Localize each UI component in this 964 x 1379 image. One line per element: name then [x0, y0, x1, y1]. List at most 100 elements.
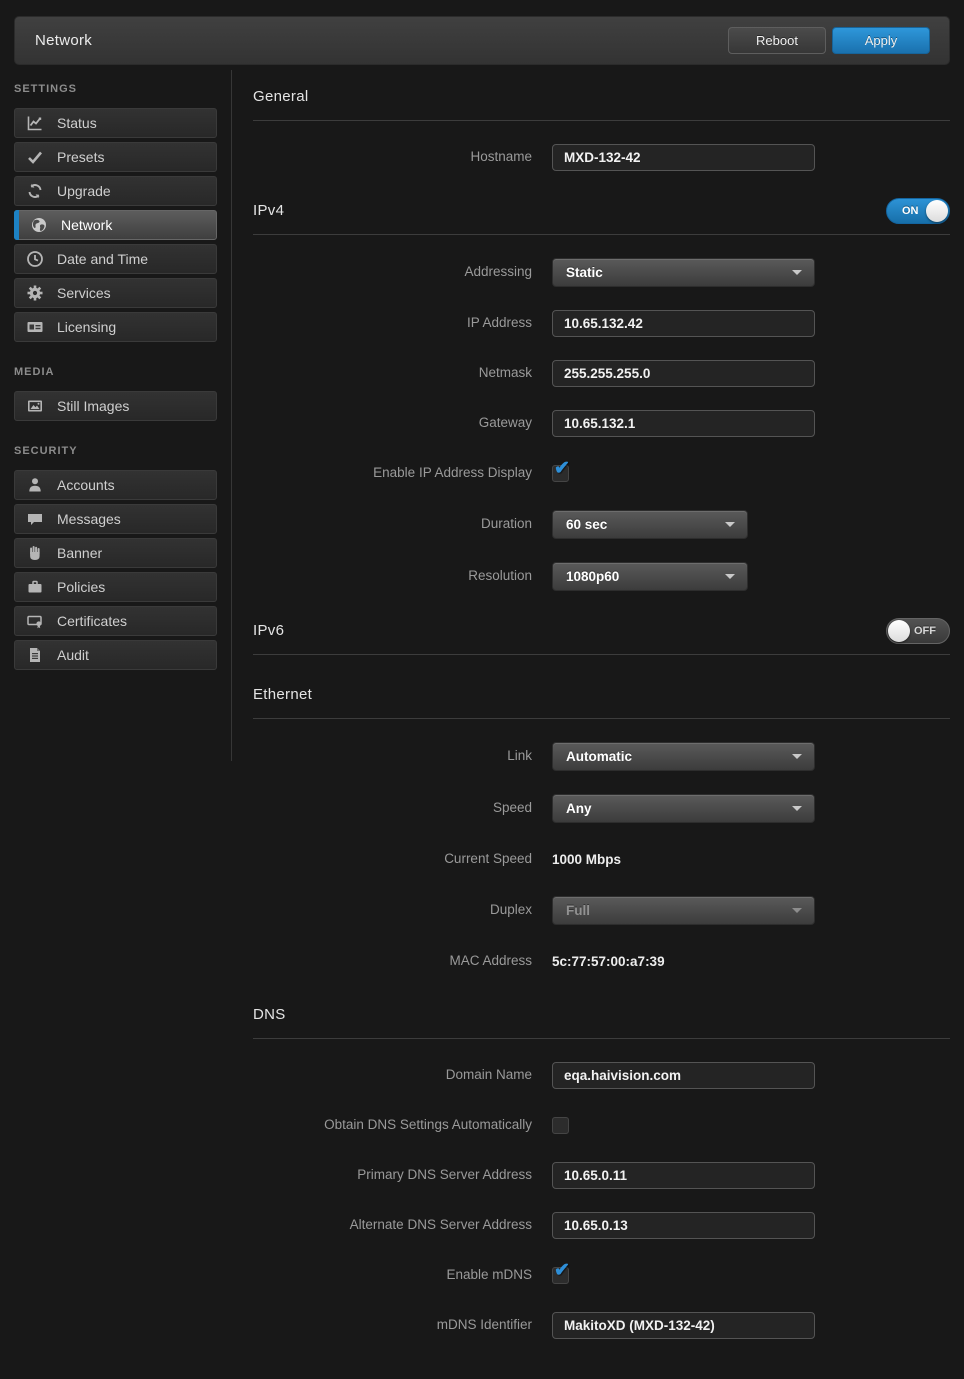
domain-name-row: Domain Name — [253, 1062, 950, 1089]
field-label: Duration — [253, 516, 552, 532]
sidebar-item-label: Still Images — [57, 398, 129, 414]
audit-log-icon — [26, 647, 43, 664]
obtain-dns-checkbox[interactable] — [552, 1117, 569, 1134]
sidebar-item-label: Presets — [57, 149, 104, 165]
field-label: Current Speed — [253, 851, 552, 867]
sidebar-item-label: Banner — [57, 545, 102, 561]
sidebar-item-label: Network — [61, 217, 112, 233]
sidebar-item-label: Accounts — [57, 477, 115, 493]
section-title: General — [253, 88, 308, 105]
gateway-input[interactable] — [552, 410, 815, 437]
sidebar-item-audit[interactable]: Audit — [14, 640, 217, 670]
image-icon — [26, 398, 43, 415]
sidebar-item-status[interactable]: Status — [14, 108, 217, 138]
netmask-input[interactable] — [552, 360, 815, 387]
sidebar-item-label: Policies — [57, 579, 105, 595]
enable-mdns-checkbox[interactable] — [552, 1267, 569, 1284]
enable-ip-display-checkbox[interactable] — [552, 465, 569, 482]
domain-name-input[interactable] — [552, 1062, 815, 1089]
speed-row: Speed Any — [253, 794, 950, 823]
speed-select[interactable]: Any — [552, 794, 815, 823]
user-icon — [26, 477, 43, 494]
section-ethernet: Ethernet Link Automatic Speed Any Curren… — [253, 681, 950, 975]
field-label: Duplex — [253, 902, 552, 918]
gear-icon — [26, 285, 43, 302]
sidebar-group-media: MEDIA Still Images — [14, 366, 217, 421]
sidebar-item-still-images[interactable]: Still Images — [14, 391, 217, 421]
obtain-dns-row: Obtain DNS Settings Automatically — [253, 1112, 950, 1139]
sidebar-item-licensing[interactable]: Licensing — [14, 312, 217, 342]
field-label: Hostname — [253, 149, 552, 165]
sidebar-item-label: Audit — [57, 647, 89, 663]
toggle-knob — [888, 620, 910, 642]
title-bar: Network Reboot Apply — [14, 16, 950, 65]
section-ipv6-header: IPv6 OFF — [253, 617, 950, 655]
mac-address-row: MAC Address 5c:77:57:00:a7:39 — [253, 948, 950, 975]
sidebar-item-upgrade[interactable]: Upgrade — [14, 176, 217, 206]
alternate-dns-row: Alternate DNS Server Address — [253, 1212, 950, 1239]
sidebar-item-label: Messages — [57, 511, 121, 527]
sidebar-item-label: Status — [57, 115, 97, 131]
chevron-down-icon — [792, 806, 802, 811]
section-ipv6: IPv6 OFF — [253, 617, 950, 655]
enable-mdns-row: Enable mDNS — [253, 1262, 950, 1289]
netmask-row: Netmask — [253, 360, 950, 387]
sidebar-item-services[interactable]: Services — [14, 278, 217, 308]
field-label: Link — [253, 748, 552, 764]
sidebar-section-label: SETTINGS — [14, 83, 217, 95]
addressing-select[interactable]: Static — [552, 258, 815, 287]
mac-address-value: 5c:77:57:00:a7:39 — [552, 954, 665, 969]
section-dns: DNS Domain Name Obtain DNS Settings Auto… — [253, 1001, 950, 1339]
section-dns-header: DNS — [253, 1001, 950, 1039]
ipv6-toggle[interactable]: OFF — [886, 618, 950, 644]
duplex-row: Duplex Full — [253, 896, 950, 925]
sidebar-item-network[interactable]: Network — [14, 210, 217, 240]
addressing-row: Addressing Static — [253, 258, 950, 287]
main-content: General Hostname IPv4 ON Addressing Stat… — [232, 70, 964, 1379]
primary-dns-row: Primary DNS Server Address — [253, 1162, 950, 1189]
sidebar-item-messages[interactable]: Messages — [14, 504, 217, 534]
section-title: DNS — [253, 1006, 286, 1023]
sidebar-item-banner[interactable]: Banner — [14, 538, 217, 568]
ip-address-row: IP Address — [253, 310, 950, 337]
current-speed-row: Current Speed 1000 Mbps — [253, 846, 950, 873]
gateway-row: Gateway — [253, 410, 950, 437]
link-select[interactable]: Automatic — [552, 742, 815, 771]
primary-dns-input[interactable] — [552, 1162, 815, 1189]
reboot-button[interactable]: Reboot — [728, 27, 826, 54]
mdns-identifier-input[interactable] — [552, 1312, 815, 1339]
toggle-knob — [926, 200, 948, 222]
sidebar-group-security: SECURITY Accounts Messages Banner Polici… — [14, 445, 217, 670]
field-label: Addressing — [253, 264, 552, 280]
sidebar-item-accounts[interactable]: Accounts — [14, 470, 217, 500]
hostname-input[interactable] — [552, 144, 815, 171]
ipv4-toggle[interactable]: ON — [886, 198, 950, 224]
ip-address-input[interactable] — [552, 310, 815, 337]
alternate-dns-input[interactable] — [552, 1212, 815, 1239]
chevron-down-icon — [725, 522, 735, 527]
current-speed-value: 1000 Mbps — [552, 852, 621, 867]
sidebar-item-presets[interactable]: Presets — [14, 142, 217, 172]
field-label: Gateway — [253, 415, 552, 431]
license-card-icon — [26, 319, 43, 336]
link-row: Link Automatic — [253, 742, 950, 771]
certificate-icon — [26, 613, 43, 630]
sidebar-item-certificates[interactable]: Certificates — [14, 606, 217, 636]
section-ethernet-header: Ethernet — [253, 681, 950, 719]
selected-value: Any — [566, 801, 592, 816]
resolution-row: Resolution 1080p60 — [253, 562, 950, 591]
section-general-header: General — [253, 83, 950, 121]
sidebar-item-label: Date and Time — [57, 251, 148, 267]
sidebar-item-label: Certificates — [57, 613, 127, 629]
field-label: Resolution — [253, 568, 552, 584]
duration-select[interactable]: 60 sec — [552, 510, 748, 539]
clock-icon — [26, 251, 43, 268]
field-label: Netmask — [253, 365, 552, 381]
resolution-select[interactable]: 1080p60 — [552, 562, 748, 591]
sidebar-item-date-and-time[interactable]: Date and Time — [14, 244, 217, 274]
section-general: General Hostname — [253, 83, 950, 171]
sidebar-item-policies[interactable]: Policies — [14, 572, 217, 602]
selected-value: Full — [566, 903, 590, 918]
apply-button[interactable]: Apply — [832, 27, 930, 54]
sidebar-item-label: Services — [57, 285, 111, 301]
